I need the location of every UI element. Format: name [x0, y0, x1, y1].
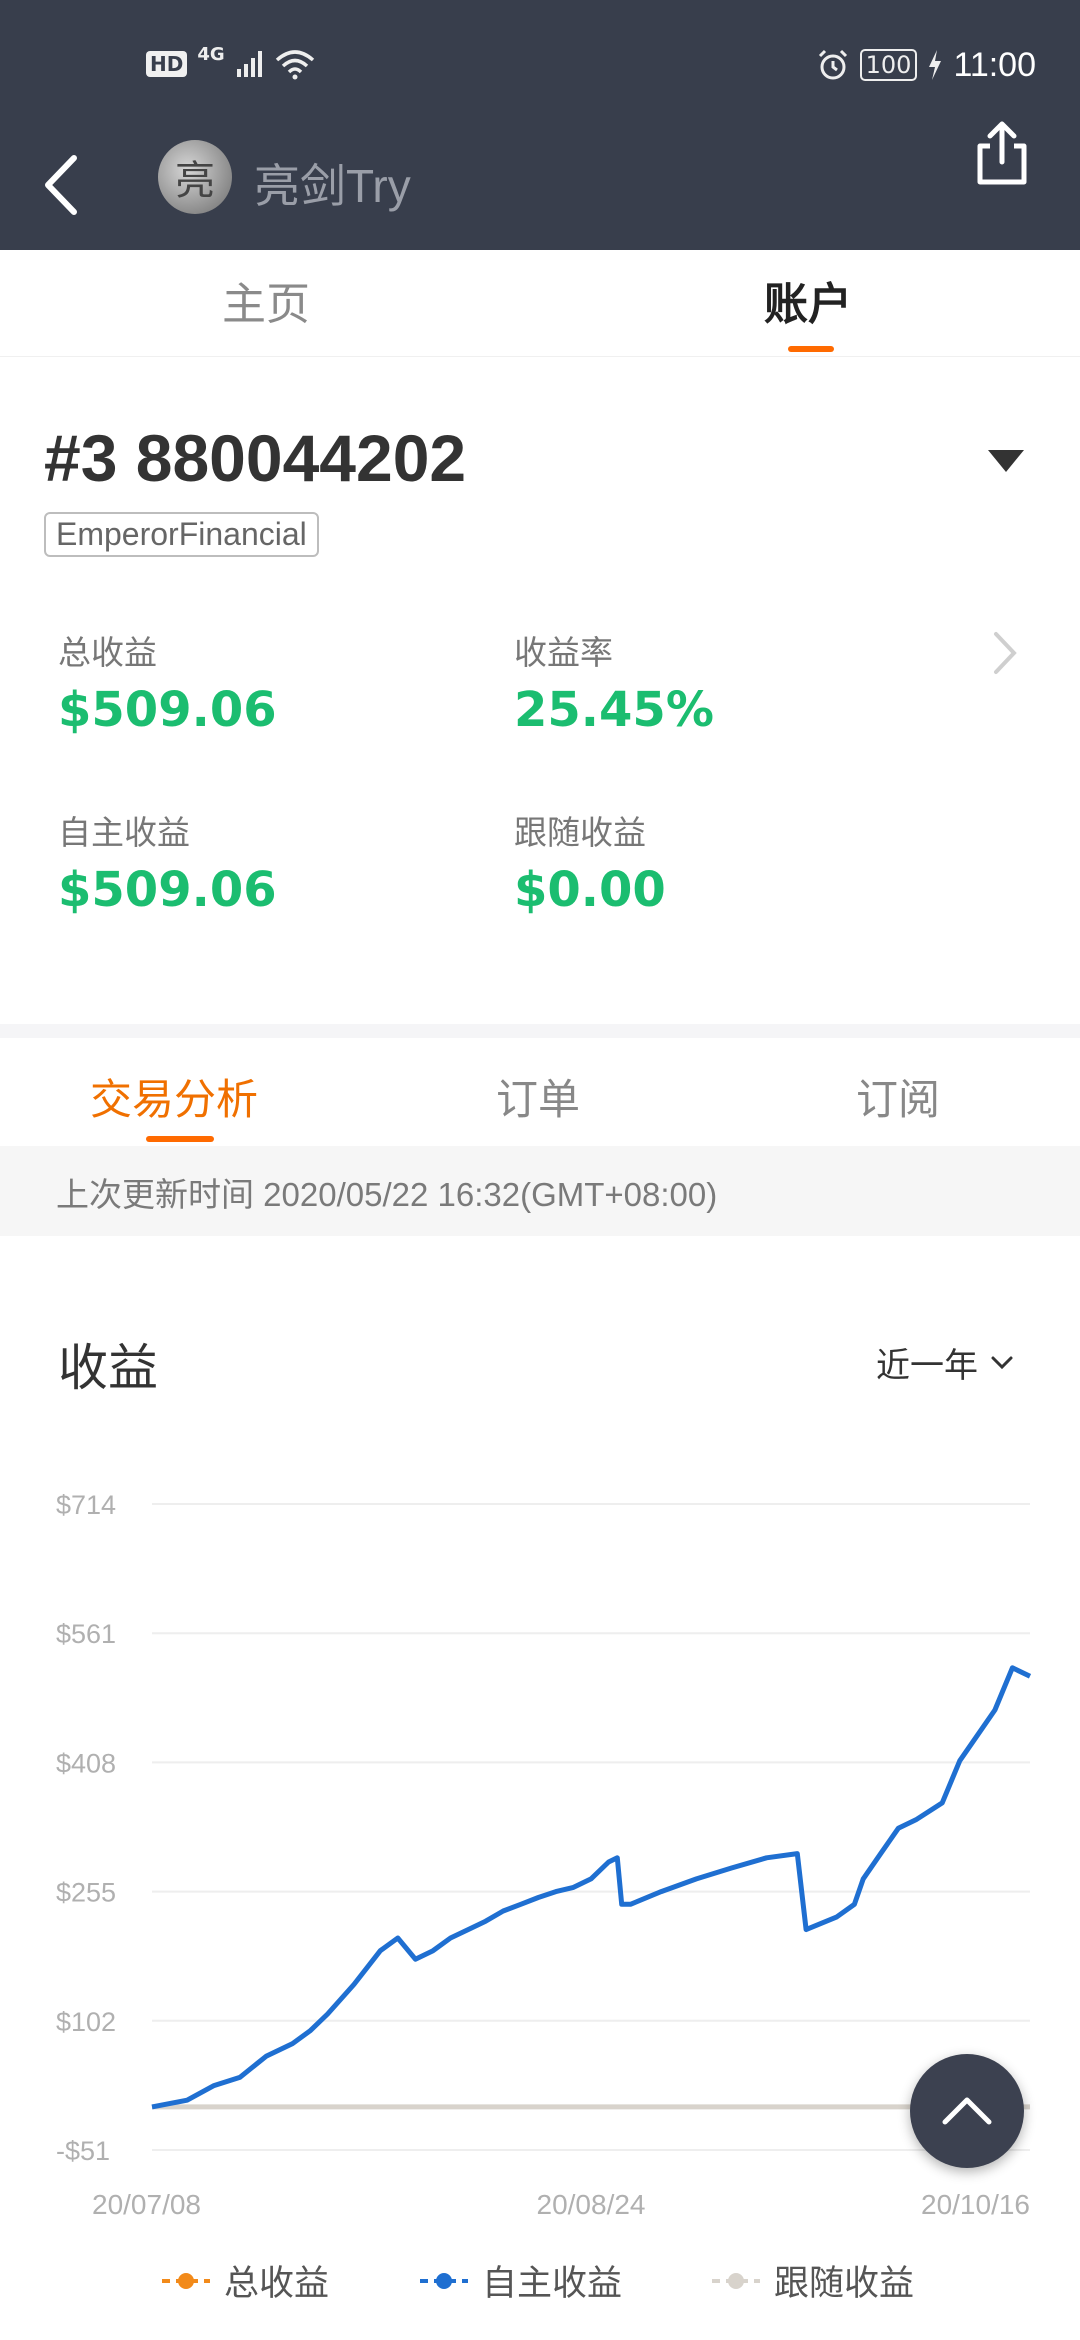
stat-label-total: 总收益	[58, 633, 157, 672]
legend-marker-self	[420, 2272, 468, 2289]
y-tick-label: $561	[56, 1619, 116, 1649]
legend-item-self[interactable]: 自主收益	[420, 2255, 622, 2306]
legend-label-follow: 跟随收益	[774, 2264, 915, 2304]
earnings-title: 收益	[58, 1339, 158, 1397]
legend-marker-total	[162, 2272, 210, 2289]
broker-tag: EmperorFinancial	[44, 512, 319, 557]
legend-item-total[interactable]: 总收益	[162, 2255, 329, 2306]
legend-label-self: 自主收益	[482, 2264, 623, 2304]
section-divider	[0, 1024, 1080, 1038]
chevron-right-icon	[994, 632, 1017, 674]
y-tick-label: $714	[56, 1490, 116, 1520]
stat-value-follow: $0.00	[514, 862, 666, 918]
y-tick-label: $102	[56, 2007, 116, 2037]
app-header	[0, 0, 1080, 250]
stat-value-return-rate: 25.45%	[514, 682, 714, 738]
account-dropdown-caret[interactable]	[988, 450, 1024, 472]
tab-trade-analysis-indicator	[146, 1136, 214, 1142]
series-line-self	[151, 1665, 1032, 2110]
back-button[interactable]	[38, 150, 88, 220]
tab-home[interactable]: 主页	[222, 268, 310, 332]
top-tab-bar: 主页 账户	[0, 250, 1080, 357]
stat-label-return-rate: 收益率	[514, 633, 613, 672]
account-number: #3 880044202	[44, 421, 467, 495]
x-tick-label: 20/07/08	[92, 2189, 201, 2220]
hd-badge: HD	[146, 51, 188, 77]
stat-label-follow: 跟随收益	[514, 813, 646, 852]
share-icon	[977, 121, 1027, 185]
status-bar-right: 100 11:00	[816, 40, 1036, 90]
tab-account[interactable]: 账户	[764, 268, 852, 332]
legend-marker-follow	[712, 2272, 760, 2289]
tab-account-indicator	[788, 346, 834, 352]
status-bar-left: HD 4G	[146, 44, 315, 84]
stat-value-total: $509.06	[58, 682, 277, 738]
stat-label-self: 自主收益	[58, 813, 190, 852]
avatar[interactable]: 亮	[158, 140, 232, 214]
chevron-down-icon	[991, 1356, 1013, 1369]
chevron-left-icon	[45, 155, 77, 215]
page-title: 亮剑Try	[254, 160, 411, 212]
network-type: 4G	[197, 44, 225, 65]
alarm-icon	[818, 49, 847, 80]
last-update-text: 上次更新时间 2020/05/22 16:32(GMT+08:00)	[56, 1176, 718, 1213]
legend-label-total: 总收益	[224, 2264, 330, 2304]
y-tick-label: -$51	[56, 2136, 110, 2166]
share-button[interactable]	[972, 120, 1032, 186]
time-range-select[interactable]: 近一年	[876, 1338, 1014, 1387]
tab-subscriptions[interactable]: 订阅	[856, 1066, 940, 1127]
scroll-to-top-button[interactable]	[910, 2054, 1024, 2168]
tab-trade-analysis[interactable]: 交易分析	[90, 1066, 258, 1127]
tab-orders[interactable]: 订单	[496, 1066, 580, 1127]
wifi-icon	[275, 50, 314, 80]
y-tick-label: $255	[56, 1878, 116, 1908]
y-tick-label: $408	[56, 1748, 116, 1778]
x-tick-label: 20/08/24	[537, 2189, 646, 2220]
chevron-up-icon	[942, 2097, 992, 2125]
charging-icon	[929, 50, 942, 80]
legend-item-follow[interactable]: 跟随收益	[712, 2255, 914, 2306]
avatar-text: 亮	[175, 158, 215, 204]
last-update-bar: 上次更新时间 2020/05/22 16:32(GMT+08:00)	[0, 1146, 1080, 1236]
signal-icon	[236, 51, 262, 77]
stat-value-self: $509.06	[58, 862, 277, 918]
stats-detail-button[interactable]	[990, 628, 1020, 682]
time-range-value: 近一年	[876, 1346, 978, 1386]
battery-level: 100	[859, 49, 918, 81]
clock: 11:00	[953, 45, 1036, 84]
x-tick-label: 20/10/16	[921, 2189, 1030, 2220]
